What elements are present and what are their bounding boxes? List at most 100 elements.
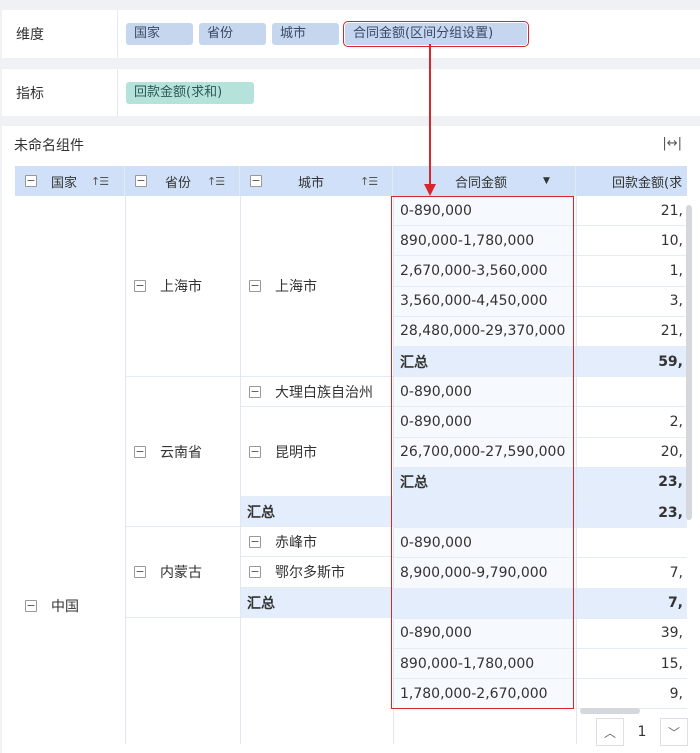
pivot-table: − 国家 ↑☰ − 省份 ↑☰ − 城市 ↑☰ 合同金额 ▼ 回款金额(求 − … bbox=[15, 166, 687, 744]
sort-icon[interactable]: ↑☰ bbox=[207, 175, 225, 188]
amount-cell: 26,700,000-27,590,000 bbox=[394, 437, 576, 468]
amount-cell: 890,000-1,780,000 bbox=[394, 226, 576, 257]
province-name: 上海市 bbox=[160, 279, 202, 295]
amount-cell: 0-890,000 bbox=[394, 377, 576, 408]
header-payment-label: 回款金额(求 bbox=[612, 175, 683, 191]
header-country-label: 国家 bbox=[51, 175, 78, 191]
chevron-up-icon: ︿ bbox=[603, 725, 616, 740]
sort-icon[interactable]: ↑☰ bbox=[91, 175, 109, 188]
amount-cell bbox=[394, 588, 576, 619]
pagination: ︿ 1 ﹀ bbox=[596, 717, 688, 747]
chip-country[interactable]: 国家 bbox=[126, 23, 193, 45]
payment-cell: 7, bbox=[577, 558, 687, 589]
chip-city[interactable]: 城市 bbox=[272, 23, 339, 45]
collapse-icon[interactable]: − bbox=[249, 385, 261, 398]
page-number: 1 bbox=[637, 724, 647, 740]
collapse-icon[interactable]: − bbox=[134, 566, 146, 578]
province-name: 内蒙古 bbox=[160, 565, 202, 581]
city-cell: − 大理白族自治州 bbox=[241, 377, 393, 407]
horizontal-scrollbar[interactable] bbox=[580, 708, 640, 714]
city-name: 上海市 bbox=[275, 279, 317, 295]
vertical-scrollbar[interactable] bbox=[686, 205, 692, 520]
amount-cell: 汇总 bbox=[394, 467, 576, 498]
header-payment[interactable]: 回款金额(求 bbox=[576, 166, 687, 196]
amount-cell: 0-890,000 bbox=[394, 618, 576, 649]
country-cell: − 中国 bbox=[15, 196, 125, 744]
payment-cell: 9, bbox=[577, 679, 687, 710]
city-name: 赤峰市 bbox=[275, 534, 317, 551]
chip-contract-amount-grouping[interactable]: 合同金额(区间分组设置) bbox=[343, 21, 529, 47]
payment-cell: 23, bbox=[577, 498, 687, 529]
city-cell bbox=[241, 618, 393, 744]
amount-cell: 汇总 bbox=[394, 347, 576, 378]
collapse-icon[interactable]: − bbox=[249, 535, 261, 548]
collapse-icon[interactable]: − bbox=[249, 445, 261, 458]
header-province[interactable]: − 省份 ↑☰ bbox=[125, 166, 240, 196]
city-cell: − 鄂尔多斯市 bbox=[241, 557, 393, 588]
dimension-label: 维度 bbox=[2, 10, 118, 58]
table-header: − 国家 ↑☰ − 省份 ↑☰ − 城市 ↑☰ 合同金额 ▼ 回款金额(求 bbox=[15, 166, 687, 196]
province-cell bbox=[126, 618, 240, 744]
chevron-down-icon: ﹀ bbox=[667, 725, 680, 740]
collapse-icon[interactable]: − bbox=[250, 175, 262, 187]
annotation-arrow-icon bbox=[424, 44, 436, 196]
payment-cell: 21, bbox=[577, 196, 687, 227]
amount-cell bbox=[394, 498, 576, 529]
amount-cell: 2,670,000-3,560,000 bbox=[394, 256, 576, 287]
country-name: 中国 bbox=[51, 599, 79, 615]
country-group: − 中国 bbox=[25, 596, 79, 616]
chip-payment-sum[interactable]: 回款金额(求和) bbox=[126, 81, 254, 104]
collapse-icon[interactable]: − bbox=[25, 175, 37, 187]
collapse-icon[interactable]: − bbox=[135, 175, 147, 187]
payment-cell: 23, bbox=[577, 467, 687, 498]
page-up-button[interactable]: ︿ bbox=[596, 718, 624, 746]
header-city-label: 城市 bbox=[298, 175, 325, 191]
collapse-icon[interactable]: − bbox=[134, 280, 146, 292]
province-name: 云南省 bbox=[160, 444, 202, 461]
city-name: 大理白族自治州 bbox=[275, 384, 373, 401]
payment-cell: 15, bbox=[577, 649, 687, 680]
metric-label: 指标 bbox=[2, 69, 118, 116]
metric-chips: 回款金额(求和) bbox=[118, 69, 254, 116]
page-down-button[interactable]: ﹀ bbox=[660, 718, 688, 746]
payment-cell: 59, bbox=[577, 347, 687, 378]
payment-cell: 10, bbox=[577, 226, 687, 257]
header-amount-label: 合同金额 bbox=[455, 175, 508, 191]
collapse-icon[interactable]: − bbox=[249, 566, 261, 578]
payment-cell: 2, bbox=[577, 407, 687, 438]
sort-icon[interactable]: ↑☰ bbox=[360, 175, 378, 188]
province-cell: − 云南省 bbox=[126, 377, 240, 527]
payment-cell: 7, bbox=[577, 588, 687, 619]
city-name: 鄂尔多斯市 bbox=[275, 565, 345, 581]
table-widget: 未命名组件 |↔| − 国家 ↑☰ − 省份 ↑☰ − 城市 ↑☰ 合同金额 ▼… bbox=[2, 126, 700, 753]
amount-cell: 1,780,000-2,670,000 bbox=[394, 679, 576, 710]
amount-cell: 0-890,000 bbox=[394, 407, 576, 438]
dimension-bar: 维度 国家 省份 城市 合同金额(区间分组设置) bbox=[2, 10, 700, 58]
city-cell: − 上海市 bbox=[241, 196, 393, 377]
widget-title: 未命名组件 bbox=[14, 138, 84, 154]
amount-cell: 28,480,000-29,370,000 bbox=[394, 316, 576, 347]
header-country[interactable]: − 国家 ↑☰ bbox=[15, 166, 125, 196]
collapse-icon[interactable]: − bbox=[134, 445, 146, 458]
dropdown-icon[interactable]: ▼ bbox=[543, 176, 550, 186]
city-cell: − 昆明市 bbox=[241, 407, 393, 497]
city-name: 昆明市 bbox=[275, 444, 317, 461]
chip-province[interactable]: 省份 bbox=[199, 23, 266, 45]
payment-cell: 1, bbox=[577, 256, 687, 287]
province-cell: − 内蒙古 bbox=[126, 527, 240, 618]
payment-cell bbox=[577, 528, 687, 559]
collapse-icon[interactable]: − bbox=[25, 600, 37, 612]
header-city[interactable]: − 城市 ↑☰ bbox=[240, 166, 393, 196]
subtotal-label: 汇总 bbox=[247, 504, 275, 521]
collapse-icon[interactable]: − bbox=[249, 280, 261, 292]
amount-cell: 0-890,000 bbox=[394, 196, 576, 227]
payment-cell: 3, bbox=[577, 287, 687, 317]
amount-cell: 890,000-1,780,000 bbox=[394, 649, 576, 680]
subtotal-label: 汇总 bbox=[247, 595, 275, 612]
dimension-chips: 国家 省份 城市 合同金额(区间分组设置) bbox=[118, 10, 529, 58]
payment-cell: 39, bbox=[577, 619, 687, 649]
metric-bar: 指标 回款金额(求和) bbox=[2, 69, 700, 116]
expand-horizontal-icon[interactable]: |↔| bbox=[662, 136, 682, 151]
payment-cell bbox=[577, 377, 687, 408]
payment-cell: 20, bbox=[577, 438, 687, 468]
